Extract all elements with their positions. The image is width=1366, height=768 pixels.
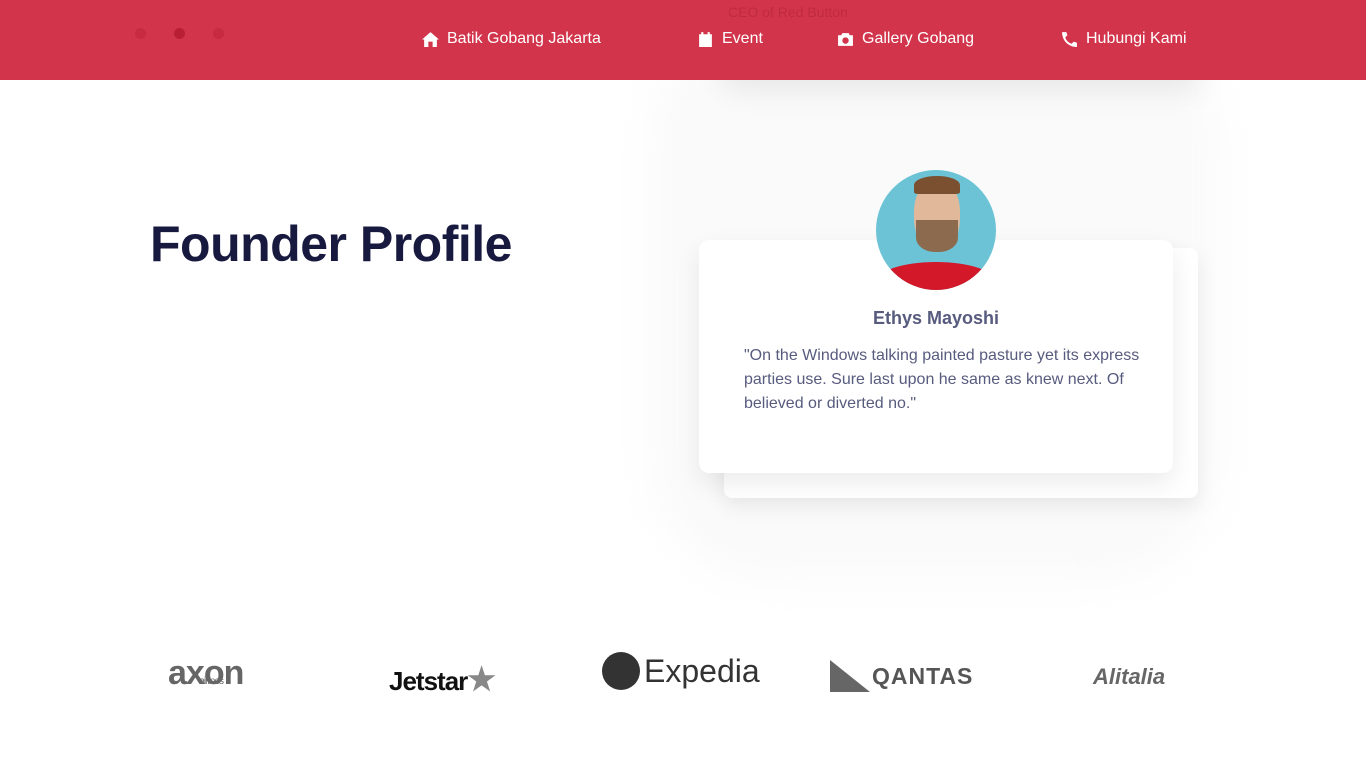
camera-icon xyxy=(838,32,853,46)
page-title: Founder Profile xyxy=(150,216,512,272)
nav-label: Hubungi Kami xyxy=(1086,30,1187,47)
carousel-dot-active[interactable] xyxy=(174,28,185,39)
nav-label: Event xyxy=(722,30,763,47)
nav-event[interactable]: Event xyxy=(697,30,763,48)
partner-logo-expedia: Expedia xyxy=(602,652,760,690)
nav-label: Gallery Gobang xyxy=(862,30,975,47)
nav-hubungi-kami[interactable]: Hubungi Kami xyxy=(1061,30,1187,48)
home-icon xyxy=(422,31,439,47)
partner-logo-axon: axonairlines xyxy=(168,654,244,692)
partner-logo-jetstar: Jetstar★ xyxy=(389,661,496,697)
calendar-icon xyxy=(699,31,712,47)
testimonial-quote: "On the Windows talking painted pasture … xyxy=(744,347,1140,412)
testimonial-name: Ethys Mayoshi xyxy=(872,308,1000,328)
partner-logo-alitalia: Alitalia xyxy=(1093,664,1166,689)
nav-gallery-gobang[interactable]: Gallery Gobang xyxy=(837,30,974,48)
navbar: Batik Gobang Jakarta Event Gallery Goban… xyxy=(0,0,1366,80)
avatar xyxy=(876,170,996,290)
phone-icon xyxy=(1062,31,1077,47)
carousel-dot[interactable] xyxy=(135,28,146,39)
partner-logo-qantas: QANTAS xyxy=(830,660,973,692)
nav-label: Batik Gobang Jakarta xyxy=(447,30,601,47)
carousel-dot[interactable] xyxy=(213,28,224,39)
nav-batik-gobang-jakarta[interactable]: Batik Gobang Jakarta xyxy=(422,30,601,48)
previous-testimonial-role: CEO of Red Button xyxy=(728,4,848,20)
